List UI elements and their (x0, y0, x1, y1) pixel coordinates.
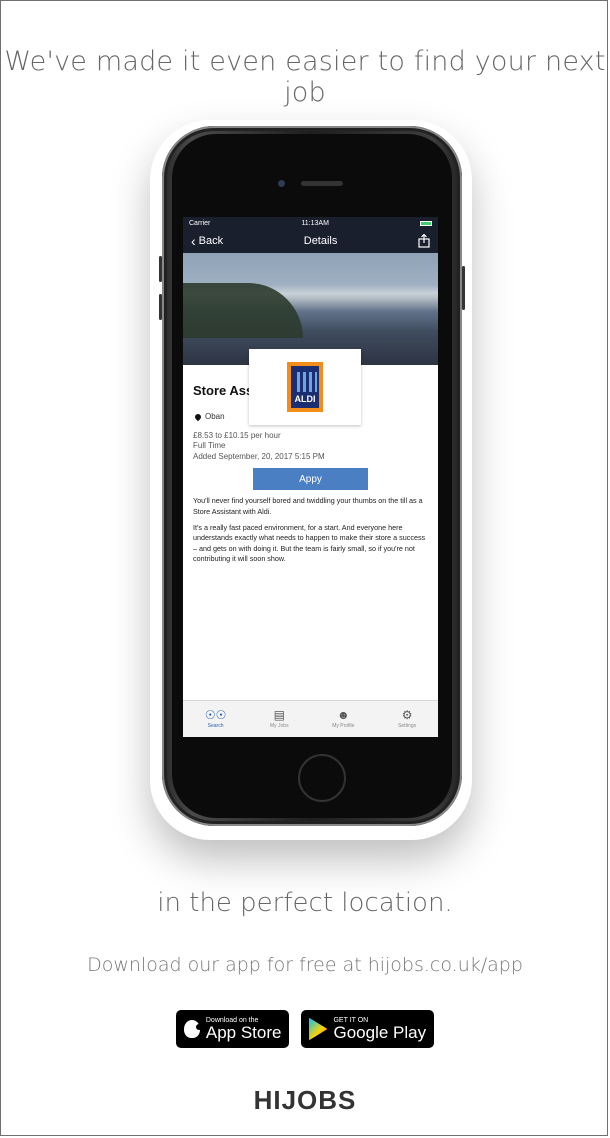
job-meta: £8.53 to £10.15 per hour Full Time Added… (193, 431, 428, 462)
person-icon: ☻ (337, 708, 350, 722)
headline: We've made it even easier to find your n… (4, 46, 606, 108)
aldi-logo: ALDI (287, 362, 323, 412)
back-button[interactable]: ‹ Back (191, 234, 223, 248)
subtitle: in the perfect location. (157, 888, 453, 918)
nav-bar: ‹ Back Details (183, 229, 438, 253)
phone-volume-down (159, 294, 162, 320)
status-time: 11:13AM (301, 219, 329, 227)
location-label: Oban (205, 412, 225, 421)
tab-bar: ☉☉ Search ▤ My Jobs ☻ My Profile ⚙ Setti… (183, 700, 438, 737)
status-bar: Carrier 11:13AM (183, 217, 438, 229)
aldi-logo-text: ALDI (294, 394, 316, 404)
google-play-badge[interactable]: GET IT ON Google Play (301, 1010, 435, 1048)
tab-settings[interactable]: ⚙ Settings (398, 709, 416, 729)
tab-my-profile[interactable]: ☻ My Profile (332, 709, 354, 729)
battery-icon (419, 220, 432, 226)
job-type: Full Time (193, 441, 226, 451)
briefcase-icon: ▤ (273, 708, 285, 722)
job-added: Added September, 20, 2017 5:15 PM (193, 451, 325, 461)
phone-volume-up (159, 256, 162, 282)
nav-title: Details (303, 235, 338, 247)
phone-camera (278, 180, 285, 187)
tab-label: Settings (398, 723, 417, 729)
job-description-2: It's a really fast paced environment, fo… (193, 523, 426, 564)
tab-search[interactable]: ☉☉ Search (205, 709, 227, 729)
job-salary: £8.53 to £10.15 per hour (193, 431, 281, 440)
google-play-icon (309, 1018, 328, 1040)
phone-speaker (301, 181, 343, 186)
location-pin-icon (193, 412, 203, 421)
carrier-label: Carrier (189, 219, 211, 227)
home-button[interactable] (298, 754, 346, 802)
app-store-badge[interactable]: Download on the App Store (175, 1010, 290, 1048)
tab-label: My Profile (332, 723, 355, 729)
tab-label: My Jobs (269, 723, 289, 729)
share-icon[interactable] (418, 234, 430, 248)
aldi-logo-stripes (297, 372, 317, 392)
tab-my-jobs[interactable]: ▤ My Jobs (270, 709, 289, 729)
company-logo-card: ALDI (249, 349, 361, 425)
googleplay-big: Google Play (333, 1023, 427, 1042)
phone-power (462, 266, 465, 310)
app-screen: Carrier 11:13AM ‹ Back Details ALDI Stor… (183, 217, 438, 737)
binoculars-icon: ☉☉ (204, 708, 227, 722)
gear-icon: ⚙ (401, 708, 413, 722)
job-description-1: You'll never find yourself bored and twi… (193, 496, 423, 516)
back-label: Back (198, 235, 224, 247)
appstore-big: App Store (205, 1023, 282, 1042)
store-badges: Download on the App Store GET IT ON Goog… (0, 1010, 610, 1048)
apple-icon (183, 1020, 202, 1038)
hero-hill (183, 283, 303, 338)
tab-label: Search (207, 723, 224, 729)
download-text: Download our app for free at hijobs.co.u… (87, 954, 523, 976)
chevron-left-icon: ‹ (191, 233, 196, 249)
apply-button[interactable]: Appy (253, 468, 368, 491)
brand-logo: HIJOBS (253, 1085, 357, 1115)
